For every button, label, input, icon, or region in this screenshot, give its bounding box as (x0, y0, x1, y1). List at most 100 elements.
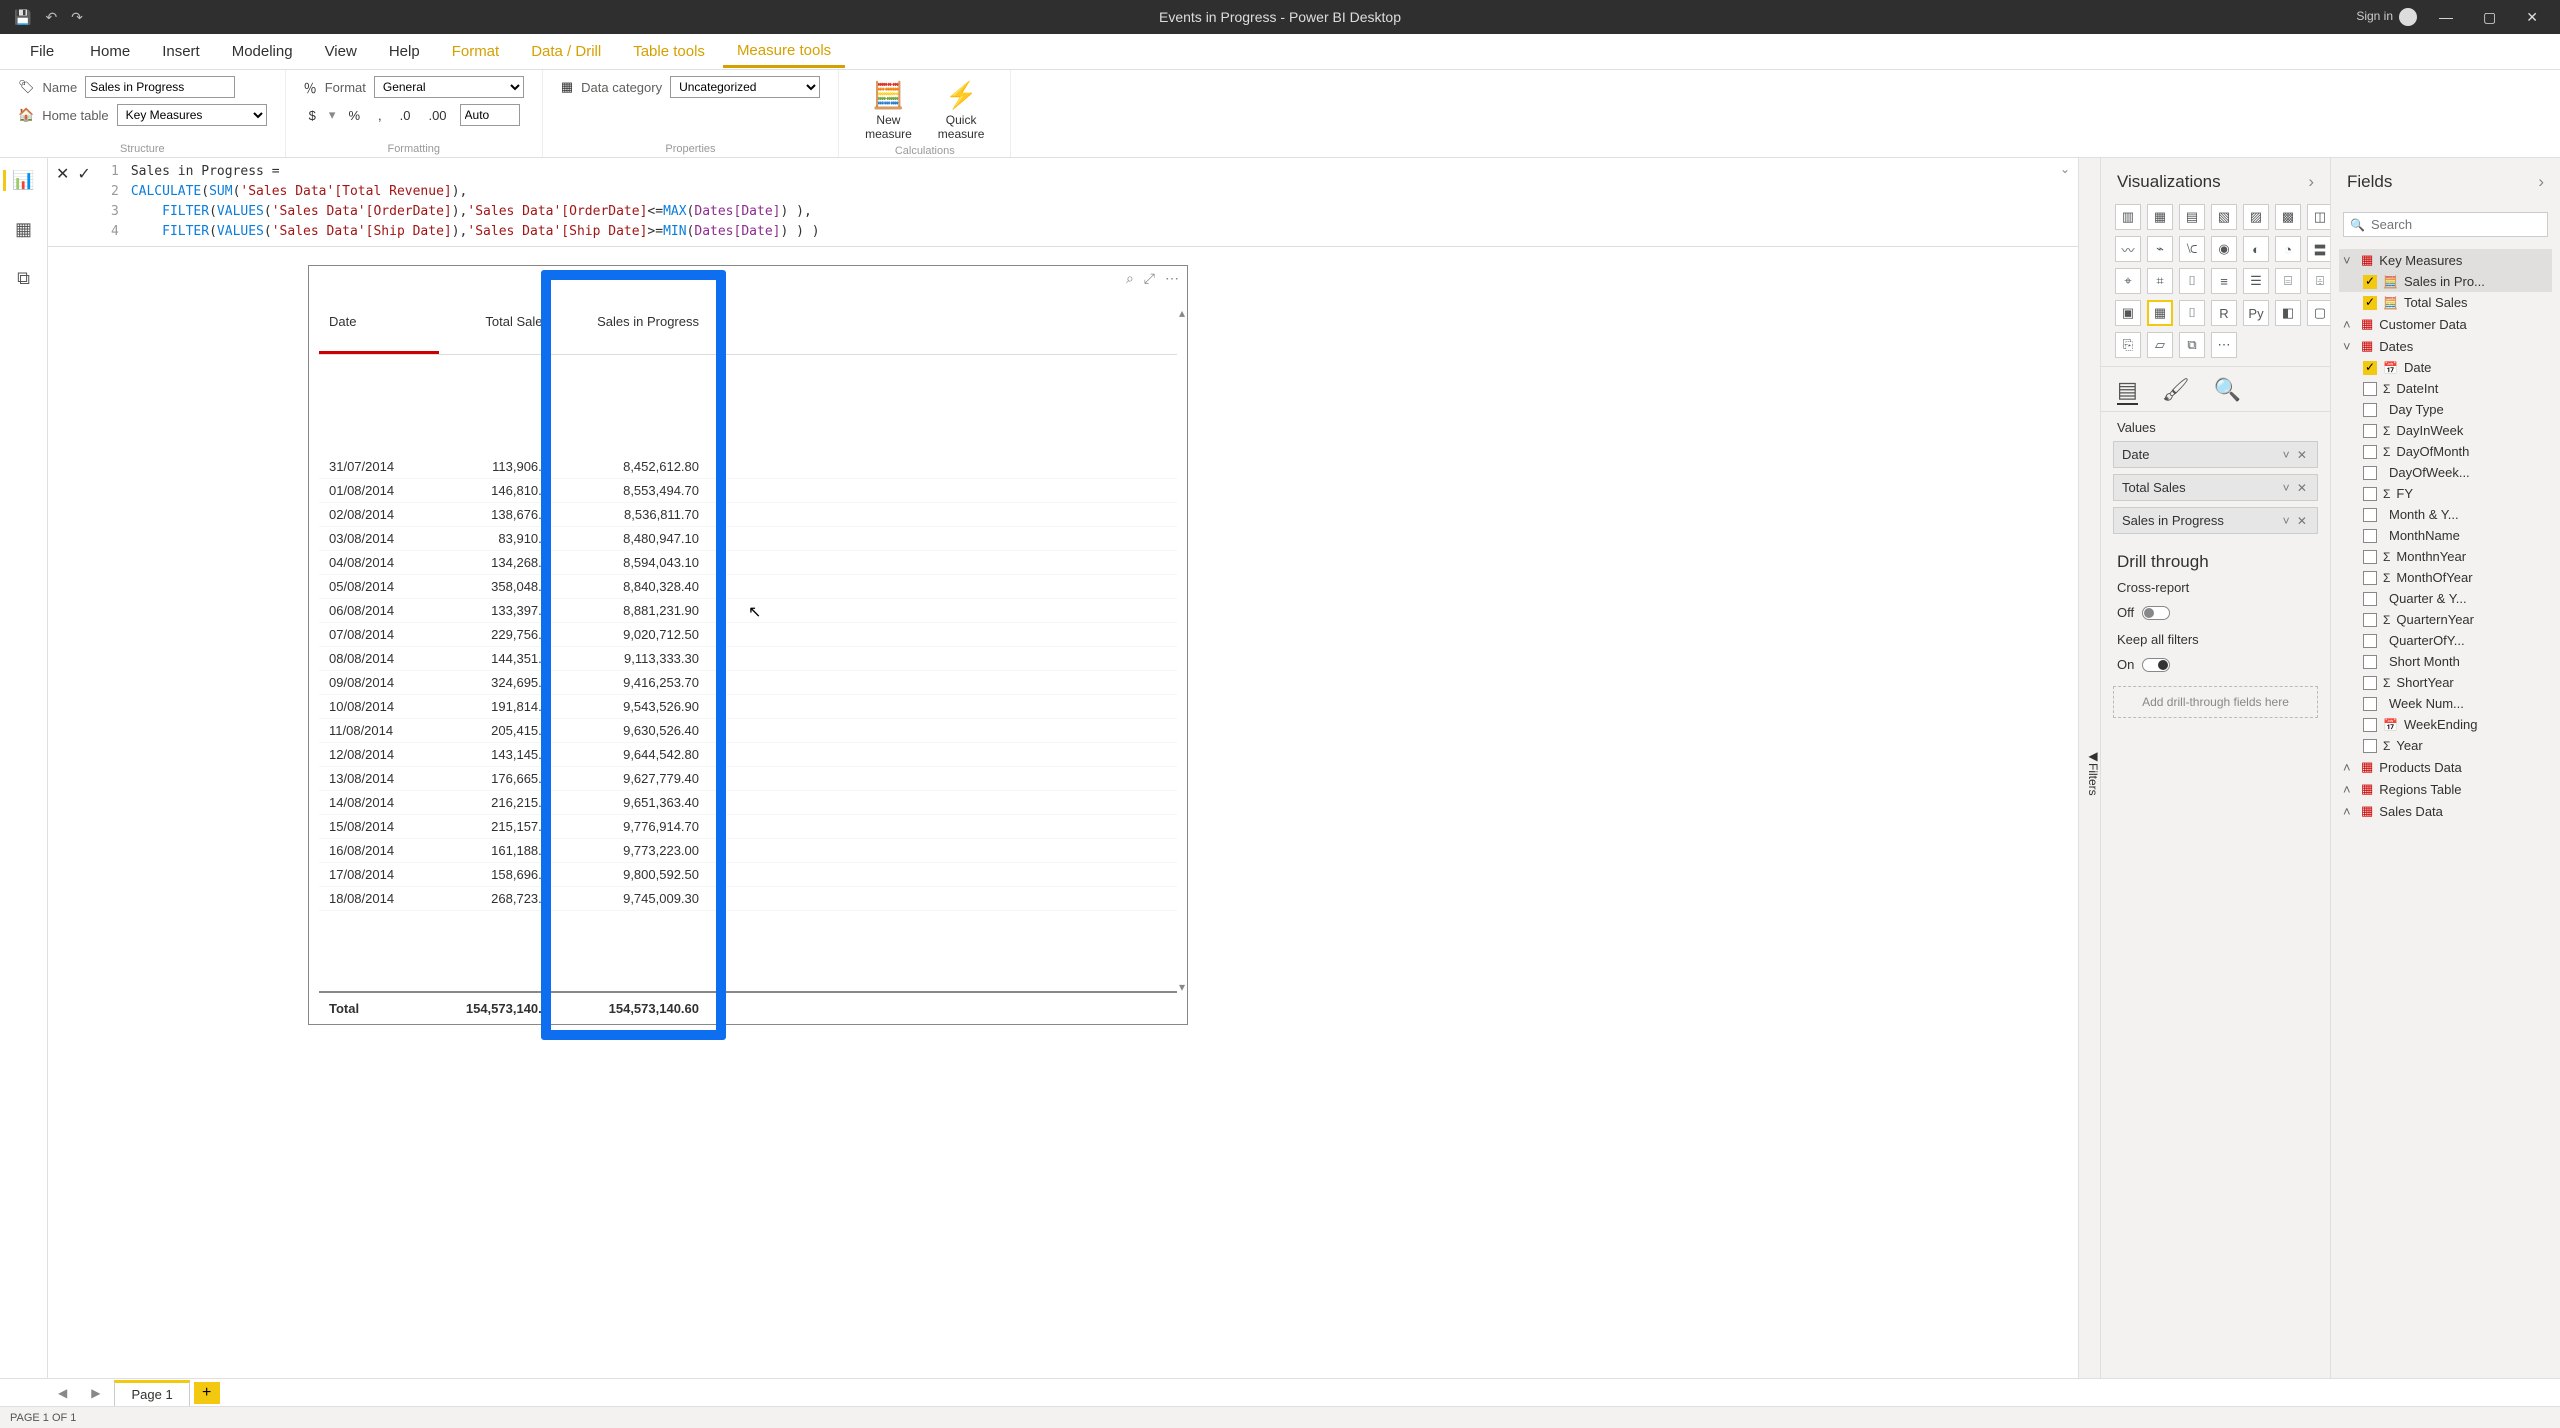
hometable-select[interactable]: Key Measures (117, 104, 267, 126)
table-row[interactable]: 07/08/2014229,756.49,020,712.50 (319, 623, 1177, 647)
viz-type-icon[interactable]: ◉ (2211, 236, 2237, 262)
viz-type-icon[interactable]: ▣ (2115, 300, 2141, 326)
viz-type-icon[interactable]: R (2211, 300, 2237, 326)
currency-button[interactable]: $ (304, 105, 321, 126)
viz-type-icon[interactable]: ▦ (2147, 300, 2173, 326)
analytics-icon[interactable]: 🔍 (2214, 377, 2241, 405)
page-prev-icon[interactable]: ◀ (48, 1382, 77, 1404)
viz-type-icon[interactable]: ◔ (2275, 236, 2301, 262)
table-node[interactable]: ˅▦Dates (2339, 335, 2552, 357)
field-node[interactable]: MonthName (2339, 525, 2552, 546)
report-canvas[interactable]: ⌕ ⤢ ⋯ Date Total Sales Sales in Progress… (48, 247, 2078, 1378)
table-node[interactable]: ˅▦Key Measures (2339, 249, 2552, 271)
viz-type-icon[interactable]: ▥ (2115, 204, 2141, 230)
field-node[interactable]: ΣMonthOfYear (2339, 567, 2552, 588)
decimals-input[interactable] (460, 104, 520, 126)
add-page-button[interactable]: + (194, 1382, 220, 1404)
viz-collapse-icon[interactable]: › (2308, 172, 2314, 192)
field-checkbox[interactable] (2363, 275, 2377, 289)
scroll-down-icon[interactable]: ▾ (1179, 980, 1185, 994)
field-node[interactable]: ΣYear (2339, 735, 2552, 756)
field-checkbox[interactable] (2363, 508, 2377, 522)
field-node[interactable]: Quarter & Y... (2339, 588, 2552, 609)
field-node[interactable]: 🧮Total Sales (2339, 292, 2552, 313)
field-checkbox[interactable] (2363, 655, 2377, 669)
report-view-icon[interactable]: 📊 (3, 170, 34, 191)
field-node[interactable]: 📅WeekEnding (2339, 714, 2552, 735)
dec-dec-button[interactable]: .00 (423, 105, 451, 126)
viz-type-icon[interactable]: ▨ (2243, 204, 2269, 230)
value-well[interactable]: Date˅ ✕ (2113, 441, 2318, 468)
field-node[interactable]: 🧮Sales in Pro... (2339, 271, 2552, 292)
more-icon[interactable]: ⋯ (1165, 270, 1179, 287)
value-well[interactable]: Total Sales˅ ✕ (2113, 474, 2318, 501)
new-measure-button[interactable]: 🧮 New measure (857, 76, 920, 145)
insert-tab[interactable]: Insert (148, 37, 214, 66)
viz-type-icon[interactable]: ⌁ (2147, 236, 2173, 262)
undo-icon[interactable]: ↶ (45, 9, 57, 26)
viz-type-icon[interactable]: ⌷ (2179, 300, 2205, 326)
field-checkbox[interactable] (2363, 466, 2377, 480)
viz-type-icon[interactable]: ⌷ (2179, 268, 2205, 294)
field-node[interactable]: ΣQuarternYear (2339, 609, 2552, 630)
viz-type-icon[interactable]: ▧ (2211, 204, 2237, 230)
data-view-icon[interactable]: ▦ (15, 219, 32, 240)
col-sip[interactable]: Sales in Progress (559, 306, 709, 354)
field-checkbox[interactable] (2363, 487, 2377, 501)
field-node[interactable]: ΣDayOfMonth (2339, 441, 2552, 462)
table-row[interactable]: 14/08/2014216,215.79,651,363.40 (319, 791, 1177, 815)
table-row[interactable]: 03/08/201483,910.88,480,947.10 (319, 527, 1177, 551)
viz-type-icon[interactable]: ◧ (2275, 300, 2301, 326)
table-row[interactable]: 09/08/2014324,695.49,416,253.70 (319, 671, 1177, 695)
filters-pane-collapsed[interactable]: ◀ Filters (2078, 158, 2100, 1378)
field-checkbox[interactable] (2363, 550, 2377, 564)
formula-commit-icon[interactable]: ✓ (77, 164, 90, 184)
field-checkbox[interactable] (2363, 676, 2377, 690)
viz-type-icon[interactable]: ▱ (2147, 332, 2173, 358)
measuretools-tab[interactable]: Measure tools (723, 36, 845, 68)
help-tab[interactable]: Help (375, 37, 434, 66)
viz-type-icon[interactable]: ⟈ (2179, 236, 2205, 262)
table-row[interactable]: 02/08/2014138,676.68,536,811.70 (319, 503, 1177, 527)
col-totalsales[interactable]: Total Sales (439, 306, 559, 354)
field-node[interactable]: ΣMonthnYear (2339, 546, 2552, 567)
format-roller-icon[interactable]: 🖌 (2162, 377, 2190, 405)
field-checkbox[interactable] (2363, 613, 2377, 627)
table-row[interactable]: 12/08/2014143,145.59,644,542.80 (319, 743, 1177, 767)
field-checkbox[interactable] (2363, 697, 2377, 711)
percent-button[interactable]: % (343, 105, 365, 126)
viz-type-icon[interactable]: ▤ (2179, 204, 2205, 230)
fields-collapse-icon[interactable]: › (2538, 172, 2544, 192)
field-checkbox[interactable] (2363, 382, 2377, 396)
field-checkbox[interactable] (2363, 445, 2377, 459)
table-row[interactable]: 10/08/2014191,814.39,543,526.90 (319, 695, 1177, 719)
name-input[interactable] (85, 76, 235, 98)
crossreport-toggle[interactable] (2142, 606, 2170, 620)
viz-type-icon[interactable]: ▩ (2275, 204, 2301, 230)
col-date[interactable]: Date (319, 306, 439, 354)
model-view-icon[interactable]: ⧉ (17, 268, 30, 289)
scroll-up-icon[interactable]: ▴ (1179, 306, 1185, 320)
table-row[interactable]: 06/08/2014133,397.08,881,231.90 (319, 599, 1177, 623)
field-node[interactable]: Month & Y... (2339, 504, 2552, 525)
table-node[interactable]: ˄▦Sales Data (2339, 800, 2552, 822)
viz-type-icon[interactable]: ▦ (2147, 204, 2173, 230)
page-next-icon[interactable]: ▶ (81, 1382, 110, 1404)
table-node[interactable]: ˄▦Products Data (2339, 756, 2552, 778)
close-button[interactable]: ✕ (2518, 5, 2546, 30)
viz-type-icon[interactable]: ⌖ (2115, 268, 2141, 294)
field-checkbox[interactable] (2363, 361, 2377, 375)
field-checkbox[interactable] (2363, 739, 2377, 753)
viz-type-icon[interactable]: ☰ (2243, 268, 2269, 294)
viz-type-icon[interactable]: ⧉ (2179, 332, 2205, 358)
field-checkbox[interactable] (2363, 634, 2377, 648)
field-node[interactable]: QuarterOfY... (2339, 630, 2552, 651)
format-tab[interactable]: Format (438, 37, 514, 66)
field-checkbox[interactable] (2363, 424, 2377, 438)
table-row[interactable]: 18/08/2014268,723.69,745,009.30 (319, 887, 1177, 911)
field-checkbox[interactable] (2363, 718, 2377, 732)
datacat-select[interactable]: Uncategorized (670, 76, 820, 98)
field-node[interactable]: ΣShortYear (2339, 672, 2552, 693)
view-tab[interactable]: View (311, 37, 371, 66)
field-checkbox[interactable] (2363, 592, 2377, 606)
